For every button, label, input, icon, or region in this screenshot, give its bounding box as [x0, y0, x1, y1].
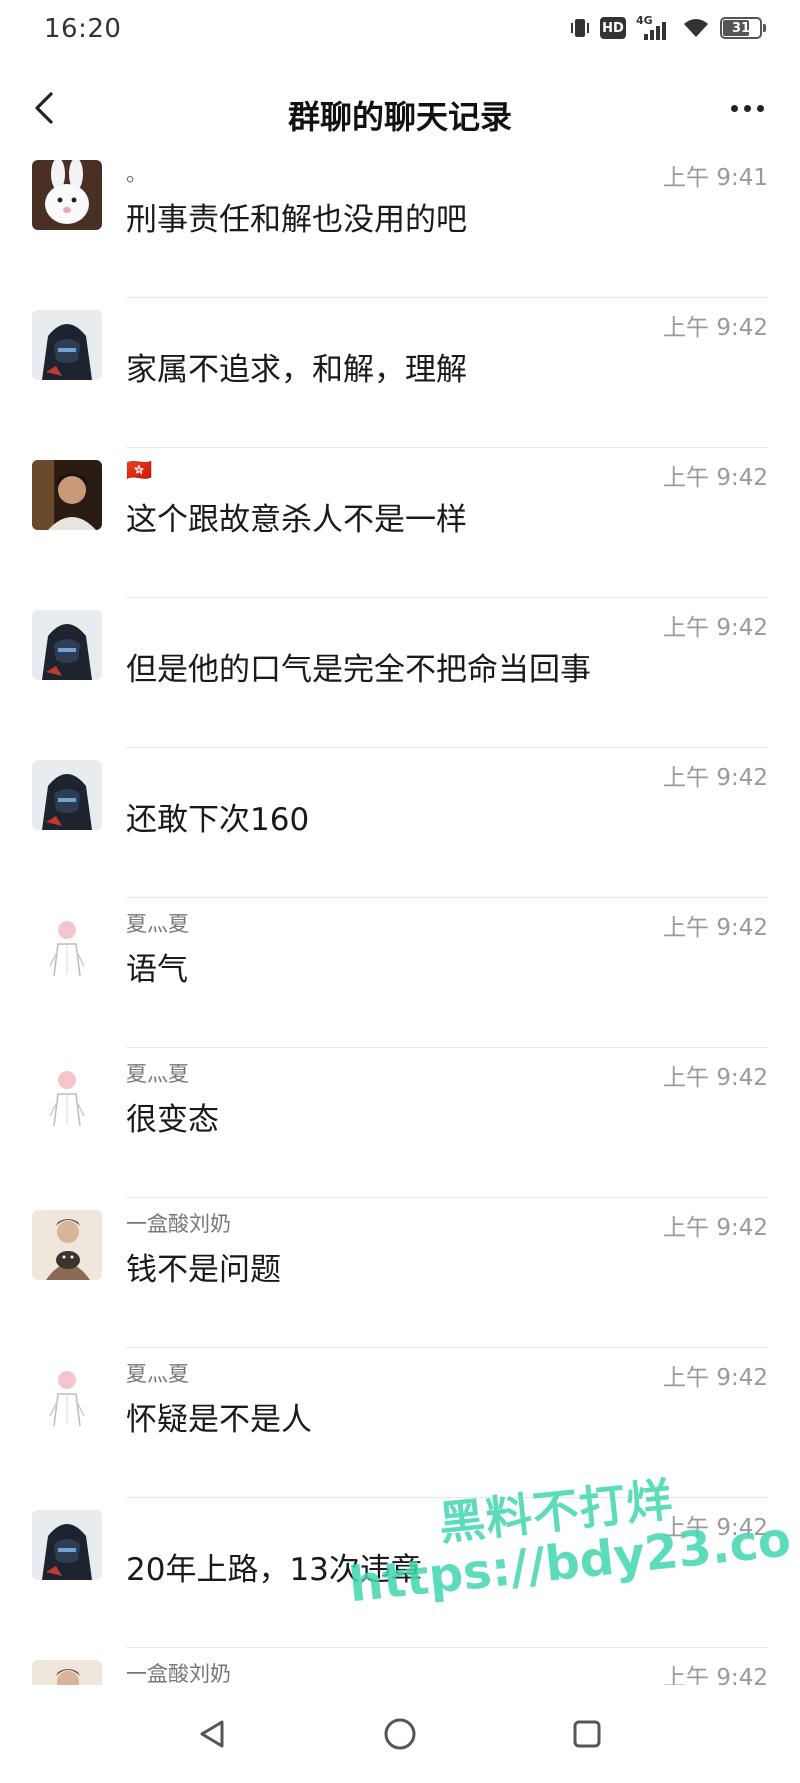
battery-level: 31 — [731, 20, 751, 36]
message-time: 上午 9:42 — [663, 1515, 768, 1541]
message-text[interactable]: 但是他的口气是完全不把命当回事 — [126, 644, 591, 689]
circle-home-icon — [384, 1718, 416, 1750]
sender-name: 夏灬夏 — [126, 1362, 189, 1386]
sender-name: 一盒酸刘奶 — [126, 1662, 231, 1685]
hd-icon: HD — [600, 17, 626, 39]
rabbit-avatar[interactable] — [32, 160, 102, 230]
message-text[interactable]: 很变态 — [126, 1094, 219, 1139]
message-text[interactable]: 刑事责任和解也没用的吧 — [126, 194, 467, 239]
message-item[interactable]: 夏灬夏 上午 9:42 很变态 — [0, 1048, 800, 1198]
cellular-signal-icon: 4G — [636, 14, 672, 40]
sender-name: 🇭🇰 — [126, 458, 153, 482]
nav-back-button[interactable] — [188, 1709, 238, 1759]
hooded-figure-avatar[interactable] — [32, 310, 102, 380]
message-item[interactable]: 夏灬夏 上午 9:42 语气 — [0, 898, 800, 1048]
more-options-button[interactable] — [724, 88, 770, 128]
nav-recents-button[interactable] — [562, 1709, 612, 1759]
status-icons: HD 4G 31 — [570, 14, 766, 40]
sender-name: 夏灬夏 — [126, 1062, 189, 1086]
message-time: 上午 9:42 — [663, 765, 768, 791]
system-nav-bar — [0, 1685, 800, 1783]
message-time: 上午 9:42 — [663, 1365, 768, 1391]
sketch-figure-avatar[interactable] — [32, 910, 102, 980]
hooded-figure-avatar[interactable] — [32, 1510, 102, 1580]
battery-icon: 31 — [720, 17, 766, 39]
message-time: 上午 9:42 — [663, 615, 768, 641]
man-photo-avatar[interactable] — [32, 460, 102, 530]
sketch-figure-avatar[interactable] — [32, 1360, 102, 1430]
message-text[interactable]: 这个跟故意杀人不是一样 — [126, 494, 467, 539]
nav-home-button[interactable] — [375, 1709, 425, 1759]
message-time: 上午 9:42 — [663, 1215, 768, 1241]
vibrate-icon — [570, 16, 590, 40]
message-item[interactable]: 上午 9:42 还敢下次160 — [0, 748, 800, 898]
message-list[interactable]: 。 上午 9:41 刑事责任和解也没用的吧 上午 9:42 家属不追求，和解，理… — [0, 148, 800, 1685]
sender-name: 一盒酸刘奶 — [126, 1212, 231, 1236]
message-time: 上午 9:42 — [663, 1665, 768, 1685]
message-time: 上午 9:42 — [663, 315, 768, 341]
hooded-figure-avatar[interactable] — [32, 760, 102, 830]
triangle-back-icon — [200, 1720, 224, 1748]
message-text[interactable]: 钱不是问题 — [126, 1244, 281, 1289]
message-time: 上午 9:42 — [663, 465, 768, 491]
cat-hug-avatar[interactable] — [32, 1210, 102, 1280]
sender-name: 夏灬夏 — [126, 912, 189, 936]
message-time: 上午 9:42 — [663, 1065, 768, 1091]
message-item[interactable]: 上午 9:42 20年上路，13次违章 — [0, 1498, 800, 1648]
square-recents-icon — [573, 1720, 601, 1748]
more-dot-icon — [743, 104, 751, 112]
message-item[interactable]: 上午 9:42 家属不追求，和解，理解 — [0, 298, 800, 448]
page-title: 群聊的聊天记录 — [287, 98, 512, 136]
message-text[interactable]: 语气 — [126, 944, 188, 989]
message-time: 上午 9:41 — [663, 165, 768, 191]
sketch-figure-avatar[interactable] — [32, 1060, 102, 1130]
hooded-figure-avatar[interactable] — [32, 610, 102, 680]
message-item[interactable]: 夏灬夏 上午 9:42 怀疑是不是人 — [0, 1348, 800, 1498]
message-item[interactable]: 上午 9:42 但是他的口气是完全不把命当回事 — [0, 598, 800, 748]
cat-hug-avatar[interactable] — [32, 1660, 102, 1685]
status-time: 16:20 — [44, 14, 122, 44]
wifi-icon — [682, 17, 710, 39]
message-text[interactable]: 还敢下次160 — [126, 794, 309, 839]
message-item[interactable]: 一盒酸刘奶 上午 9:42 钱不是问题 — [0, 1198, 800, 1348]
message-time: 上午 9:42 — [663, 915, 768, 941]
more-dot-icon — [756, 104, 764, 112]
message-text[interactable]: 家属不追求，和解，理解 — [126, 344, 467, 389]
sender-name: 。 — [126, 162, 147, 186]
message-text[interactable]: 怀疑是不是人 — [126, 1394, 312, 1439]
message-text[interactable]: 20年上路，13次违章 — [126, 1544, 422, 1589]
message-item[interactable]: 。 上午 9:41 刑事责任和解也没用的吧 — [0, 148, 800, 298]
message-item[interactable]: 一盒酸刘奶 上午 9:42 — [0, 1648, 800, 1685]
message-item[interactable]: 🇭🇰 上午 9:42 这个跟故意杀人不是一样 — [0, 448, 800, 598]
nav-header: 群聊的聊天记录 — [0, 64, 800, 156]
status-bar: 16:20 HD 4G 31 — [0, 0, 800, 64]
more-dot-icon — [730, 104, 738, 112]
